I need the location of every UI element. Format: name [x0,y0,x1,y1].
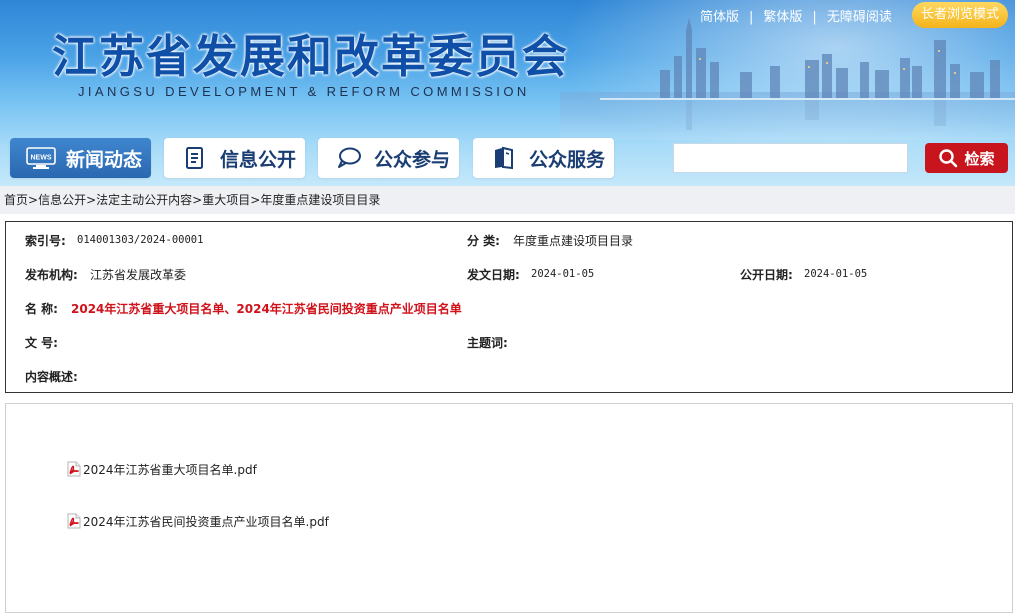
summary-label: 内容概述: [25,370,78,384]
breadcrumb-home[interactable]: 首页 [4,193,28,207]
elder-mode-button[interactable]: 长者浏览模式 [912,2,1008,28]
public-date-value: 2024-01-05 [804,268,868,280]
search-button[interactable]: 检索 [925,143,1008,173]
pdf-icon [67,513,81,529]
breadcrumb-separator: > [86,193,97,207]
breadcrumb: 首页>信息公开>法定主动公开内容>重大项目>年度重点建设项目目录 [0,186,1015,214]
attachment-name: 2024年江苏省民间投资重点产业项目名单.pdf [83,514,329,529]
nav-public-participation[interactable]: 公众参与 [318,138,459,178]
link-accessibility[interactable]: 无障碍阅读 [827,10,892,25]
category-label: 分 类: [467,234,500,248]
breadcrumb-statutory-content[interactable]: 法定主动公开内容 [96,193,192,207]
attachment-link[interactable]: 2024年江苏省重大项目名单.pdf [66,460,257,478]
top-links: 简体版 | 繁体版 | 无障碍阅读 [700,6,892,25]
nav-public-service[interactable]: 公众服务 [473,138,614,178]
link-simplified[interactable]: 简体版 [700,10,739,25]
divider: | [812,10,817,25]
divider: | [749,10,754,25]
book-icon [487,144,521,172]
nav-info-label: 信息公开 [220,148,297,171]
nav-info-disclosure[interactable]: 信息公开 [164,138,305,178]
attachment-link[interactable]: 2024年江苏省民间投资重点产业项目名单.pdf [66,512,329,530]
breadcrumb-info-disclosure[interactable]: 信息公开 [38,193,86,207]
issue-date-label: 发文日期: [467,268,520,282]
pdf-icon [67,461,81,477]
news-icon-text: NEWS [31,155,52,162]
issue-date-value: 2024-01-05 [531,268,595,280]
public-date-label: 公开日期: [740,268,793,282]
index-value: 014001303/2024-00001 [77,234,204,246]
breadcrumb-major-projects[interactable]: 重大项目 [202,193,250,207]
chat-bubble-icon [332,144,366,172]
index-label: 索引号: [25,234,66,248]
link-traditional[interactable]: 繁体版 [763,10,802,25]
document-icon [178,144,212,172]
nav-service-label: 公众服务 [529,148,606,171]
breadcrumb-separator: > [192,193,203,207]
site-title: 江苏省发展和改革委员会 [52,30,570,83]
doc-number-label: 文 号: [25,336,58,350]
search-icon [939,149,958,168]
nav-news[interactable]: NEWS 新闻动态 [10,138,151,178]
category-value: 年度重点建设项目目录 [513,234,634,248]
document-title: 2024年江苏省重大项目名单、2024年江苏省民间投资重点产业项目名单 [71,302,462,316]
breadcrumb-separator: > [28,193,39,207]
breadcrumb-current[interactable]: 年度重点建设项目目录 [260,193,380,207]
breadcrumb-separator: > [250,193,261,207]
keywords-label: 主题词: [467,336,508,350]
nav-participation-label: 公众参与 [374,148,451,171]
publisher-value: 江苏省发展改革委 [90,268,187,282]
site-subtitle: JIANGSU DEVELOPMENT & REFORM COMMISSION [78,84,530,99]
nav-news-label: 新闻动态 [66,148,143,171]
search-input[interactable] [673,143,908,173]
document-info-table: 索引号: 014001303/2024-00001 分 类: 年度重点建设项目目… [5,221,1013,393]
publisher-label: 发布机构: [25,268,78,282]
search-button-label: 检索 [964,149,995,168]
name-label: 名 称: [25,302,58,316]
attachment-name: 2024年江苏省重大项目名单.pdf [83,462,257,477]
content-area: 2024年江苏省重大项目名单.pdf 2024年江苏省民间投资重点产业项目名单.… [5,403,1013,613]
news-icon: NEWS [24,144,58,172]
